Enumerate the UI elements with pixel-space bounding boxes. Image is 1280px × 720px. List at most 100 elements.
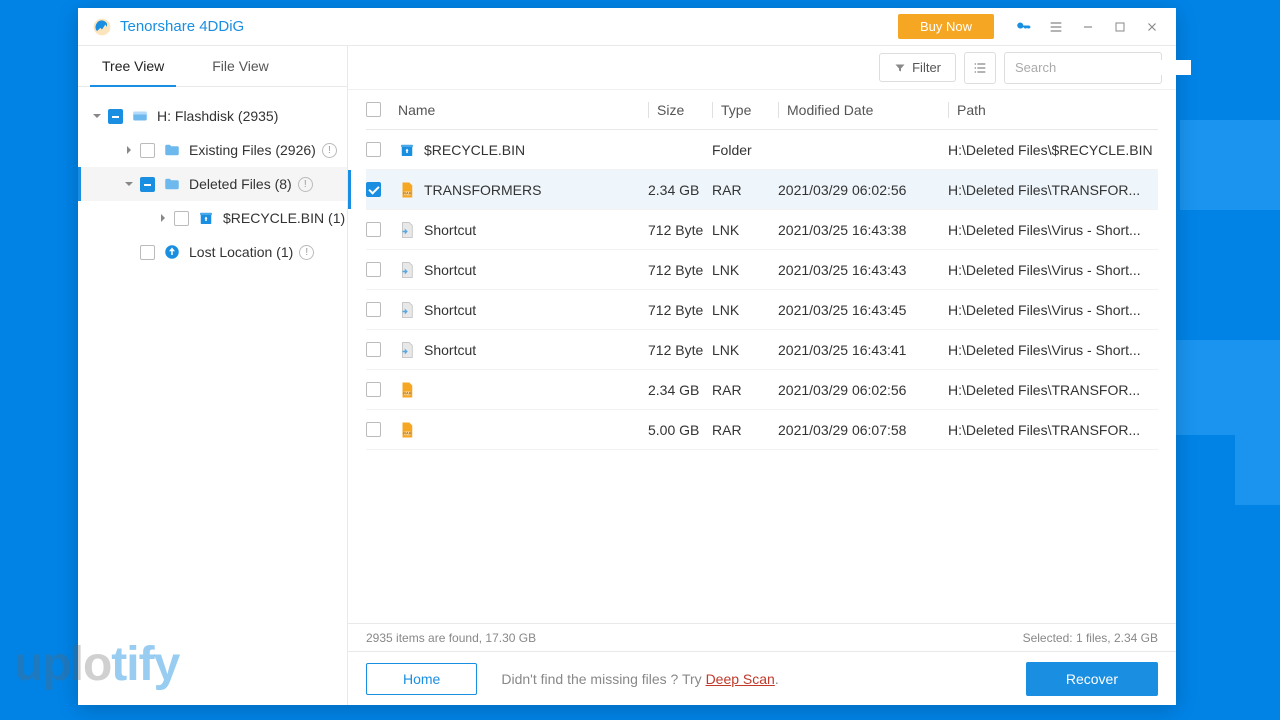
search-input[interactable] bbox=[1015, 60, 1191, 75]
checkbox[interactable] bbox=[140, 245, 155, 260]
table-row[interactable]: Shortcut712 ByteLNK2021/03/25 16:43:41H:… bbox=[366, 330, 1158, 370]
row-checkbox[interactable] bbox=[366, 182, 381, 197]
column-path[interactable]: Path bbox=[948, 102, 1158, 118]
table-row[interactable]: RAR5.00 GBRAR2021/03/29 06:07:58H:\Delet… bbox=[366, 410, 1158, 450]
key-icon[interactable] bbox=[1010, 13, 1038, 41]
hint-text: Didn't find the missing files ? Try Deep… bbox=[501, 671, 1026, 687]
minimize-icon[interactable] bbox=[1074, 13, 1102, 41]
column-size[interactable]: Size bbox=[648, 102, 712, 118]
info-icon[interactable]: ! bbox=[298, 177, 313, 192]
file-type: LNK bbox=[712, 302, 778, 318]
chevron-down-icon[interactable] bbox=[90, 109, 104, 123]
sidebar-tabs: Tree View File View bbox=[78, 46, 347, 87]
status-found: 2935 items are found, 17.30 GB bbox=[366, 631, 536, 645]
tree-item-lost[interactable]: Lost Location (1) ! bbox=[78, 235, 347, 269]
lost-location-icon bbox=[163, 243, 181, 261]
file-size: 712 Byte bbox=[648, 262, 712, 278]
checkbox[interactable] bbox=[140, 143, 155, 158]
file-path: H:\Deleted Files\Virus - Short... bbox=[948, 262, 1158, 278]
file-size: 712 Byte bbox=[648, 302, 712, 318]
file-date: 2021/03/25 16:43:45 bbox=[778, 302, 948, 318]
column-name[interactable]: Name bbox=[398, 102, 648, 118]
file-path: H:\Deleted Files\Virus - Short... bbox=[948, 302, 1158, 318]
file-type: LNK bbox=[712, 222, 778, 238]
file-name: Shortcut bbox=[424, 262, 476, 278]
file-path: H:\Deleted Files\$RECYCLE.BIN bbox=[948, 142, 1158, 158]
close-icon[interactable] bbox=[1138, 13, 1166, 41]
file-size: 2.34 GB bbox=[648, 182, 712, 198]
file-path: H:\Deleted Files\Virus - Short... bbox=[948, 222, 1158, 238]
tree-label: Existing Files (2926) bbox=[189, 142, 316, 158]
table-row[interactable]: Shortcut712 ByteLNK2021/03/25 16:43:38H:… bbox=[366, 210, 1158, 250]
tree-item-existing[interactable]: Existing Files (2926) ! bbox=[78, 133, 347, 167]
file-date: 2021/03/29 06:02:56 bbox=[778, 182, 948, 198]
tab-file-view[interactable]: File View bbox=[188, 46, 293, 86]
file-name: TRANSFORMERS bbox=[424, 182, 541, 198]
tree-label: H: Flashdisk (2935) bbox=[157, 108, 278, 124]
svg-text:RAR: RAR bbox=[403, 191, 411, 195]
tree-item-recycle[interactable]: $RECYCLE.BIN (1) bbox=[78, 201, 347, 235]
file-size: 712 Byte bbox=[648, 342, 712, 358]
tree-label: Deleted Files (8) bbox=[189, 176, 292, 192]
svg-text:RAR: RAR bbox=[403, 431, 411, 435]
toolbar: Filter bbox=[348, 46, 1176, 90]
rar-icon: RAR bbox=[398, 381, 416, 399]
table-row[interactable]: RARTRANSFORMERS2.34 GBRAR2021/03/29 06:0… bbox=[366, 170, 1158, 210]
file-type: LNK bbox=[712, 262, 778, 278]
file-type: RAR bbox=[712, 182, 778, 198]
rar-icon: RAR bbox=[398, 181, 416, 199]
row-checkbox[interactable] bbox=[366, 302, 381, 317]
row-checkbox[interactable] bbox=[366, 142, 381, 157]
tree-label: $RECYCLE.BIN (1) bbox=[223, 210, 345, 226]
table-row[interactable]: Shortcut712 ByteLNK2021/03/25 16:43:43H:… bbox=[366, 250, 1158, 290]
app-window: Tenorshare 4DDiG Buy Now Tree View File … bbox=[78, 8, 1176, 705]
row-checkbox[interactable] bbox=[366, 342, 381, 357]
search-box[interactable] bbox=[1004, 52, 1162, 84]
filter-button[interactable]: Filter bbox=[879, 53, 956, 82]
lnk-icon bbox=[398, 261, 416, 279]
chevron-down-icon[interactable] bbox=[122, 177, 136, 191]
checkbox-header[interactable] bbox=[366, 102, 381, 117]
file-type: LNK bbox=[712, 342, 778, 358]
deep-scan-link[interactable]: Deep Scan bbox=[706, 671, 775, 687]
table-row[interactable]: $RECYCLE.BINFolderH:\Deleted Files\$RECY… bbox=[366, 130, 1158, 170]
checkbox-partial[interactable] bbox=[140, 177, 155, 192]
file-name: Shortcut bbox=[424, 222, 476, 238]
row-checkbox[interactable] bbox=[366, 422, 381, 437]
svg-text:RAR: RAR bbox=[403, 391, 411, 395]
file-date: 2021/03/25 16:43:38 bbox=[778, 222, 948, 238]
lnk-icon bbox=[398, 341, 416, 359]
tree-item-drive[interactable]: H: Flashdisk (2935) bbox=[78, 99, 347, 133]
table-header: Name Size Type Modified Date Path bbox=[366, 90, 1158, 130]
file-type: Folder bbox=[712, 142, 778, 158]
folder-icon bbox=[163, 175, 181, 193]
tree-label: Lost Location (1) bbox=[189, 244, 293, 260]
view-toggle-button[interactable] bbox=[964, 52, 996, 84]
row-checkbox[interactable] bbox=[366, 222, 381, 237]
recover-button[interactable]: Recover bbox=[1026, 662, 1158, 696]
checkbox[interactable] bbox=[174, 211, 189, 226]
table-row[interactable]: RAR2.34 GBRAR2021/03/29 06:02:56H:\Delet… bbox=[366, 370, 1158, 410]
file-date: 2021/03/29 06:02:56 bbox=[778, 382, 948, 398]
menu-icon[interactable] bbox=[1042, 13, 1070, 41]
table-row[interactable]: Shortcut712 ByteLNK2021/03/25 16:43:45H:… bbox=[366, 290, 1158, 330]
chevron-right-icon[interactable] bbox=[156, 211, 170, 225]
home-button[interactable]: Home bbox=[366, 663, 477, 695]
row-checkbox[interactable] bbox=[366, 262, 381, 277]
column-type[interactable]: Type bbox=[712, 102, 778, 118]
info-icon[interactable]: ! bbox=[299, 245, 314, 260]
column-date[interactable]: Modified Date bbox=[778, 102, 948, 118]
info-icon[interactable]: ! bbox=[322, 143, 337, 158]
maximize-icon[interactable] bbox=[1106, 13, 1134, 41]
tab-tree-view[interactable]: Tree View bbox=[78, 46, 188, 86]
buy-now-button[interactable]: Buy Now bbox=[898, 14, 994, 39]
tree-item-deleted[interactable]: Deleted Files (8) ! bbox=[78, 167, 347, 201]
file-type: RAR bbox=[712, 382, 778, 398]
folder-recycle-icon bbox=[398, 141, 416, 159]
checkbox-partial[interactable] bbox=[108, 109, 123, 124]
row-checkbox[interactable] bbox=[366, 382, 381, 397]
file-path: H:\Deleted Files\Virus - Short... bbox=[948, 342, 1158, 358]
statusbar: 2935 items are found, 17.30 GB Selected:… bbox=[348, 623, 1176, 651]
chevron-right-icon[interactable] bbox=[122, 143, 136, 157]
filter-label: Filter bbox=[912, 60, 941, 75]
